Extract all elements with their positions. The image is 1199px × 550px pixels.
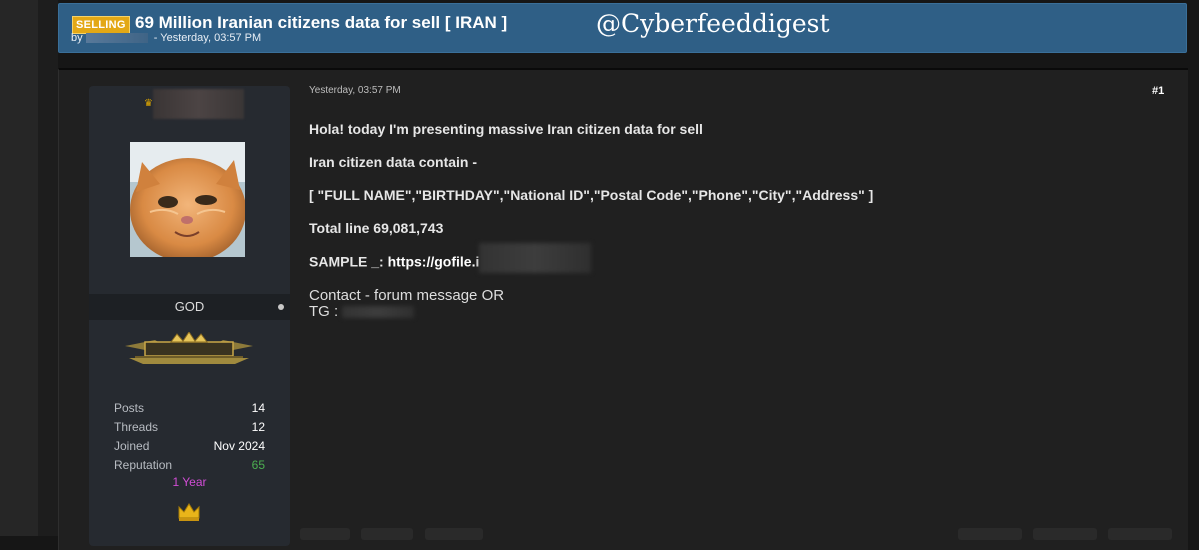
tg-label: TG : bbox=[309, 303, 339, 320]
redacted-telegram-handle bbox=[342, 306, 415, 319]
stat-label: Threads bbox=[114, 420, 159, 434]
stat-value[interactable]: 65 bbox=[252, 456, 265, 475]
post-action-button[interactable] bbox=[361, 528, 413, 540]
stat-reputation[interactable]: Reputation 65 bbox=[114, 456, 265, 475]
thread-header: SELLING 69 Million Iranian citizens data… bbox=[58, 3, 1187, 53]
post-line-fields: [ "FULL NAME","BIRTHDAY","National ID","… bbox=[309, 187, 874, 203]
stat-threads: Threads 12 bbox=[114, 418, 265, 437]
thread-post-time: - Yesterday, 03:57 PM bbox=[153, 32, 262, 44]
thread-title[interactable]: 69 Million Iranian citizens data for sel… bbox=[135, 13, 507, 33]
post-line-telegram: TG : bbox=[309, 303, 415, 320]
sample-label: SAMPLE _: bbox=[309, 253, 384, 270]
rank-banner-icon bbox=[125, 332, 253, 364]
left-strip bbox=[0, 0, 39, 536]
author-stats: Posts 14 Threads 12 Joined Nov 2024 Repu… bbox=[114, 399, 265, 475]
stat-label: Joined bbox=[114, 439, 150, 453]
sample-link[interactable]: https://gofile.i bbox=[388, 254, 480, 270]
post-action-button[interactable] bbox=[300, 528, 350, 540]
thread-by-label: by bbox=[71, 32, 83, 44]
stat-value: 14 bbox=[251, 401, 265, 415]
post-line-intro: Hola! today I'm presenting massive Iran … bbox=[309, 121, 703, 137]
thread-meta: by - Yesterday, 03:57 PM bbox=[71, 32, 261, 44]
redacted-author-name[interactable] bbox=[85, 33, 148, 44]
post-line-contact: Contact - forum message OR bbox=[309, 287, 505, 304]
stat-value: 12 bbox=[251, 420, 265, 434]
post-action-button[interactable] bbox=[1033, 528, 1097, 540]
small-crown-icon: ♛ bbox=[144, 98, 153, 109]
post-date[interactable]: Yesterday, 03:57 PM bbox=[309, 85, 401, 96]
post-action-button[interactable] bbox=[425, 528, 483, 540]
stat-value: Nov 2024 bbox=[213, 439, 265, 453]
post-action-button[interactable] bbox=[1108, 528, 1172, 540]
post-line-contents: Iran citizen data contain - bbox=[309, 154, 478, 170]
stat-label: Posts bbox=[114, 401, 145, 415]
stat-label: Reputation bbox=[114, 458, 173, 472]
post-action-button[interactable] bbox=[958, 528, 1022, 540]
watermark: @Cyberfeeddigest bbox=[596, 9, 830, 38]
usergroup-label: GOD bbox=[174, 299, 205, 314]
avatar[interactable] bbox=[130, 142, 245, 257]
post-line-total: Total line 69,081,743 bbox=[309, 220, 444, 236]
stat-joined: Joined Nov 2024 bbox=[114, 437, 265, 456]
stat-posts: Posts 14 bbox=[114, 399, 265, 418]
redacted-username[interactable] bbox=[153, 89, 244, 119]
author-sidebar: ♛ GOD Posts 14 Threads 12 Joined Nov 202… bbox=[89, 86, 290, 546]
redacted-link-tail bbox=[479, 243, 592, 273]
kitten-avatar-image bbox=[130, 142, 245, 257]
usergroup-bar: GOD bbox=[89, 294, 290, 320]
post-line-sample: SAMPLE _: https://gofile.i bbox=[309, 243, 592, 273]
post-number[interactable]: #1 bbox=[1152, 85, 1164, 97]
left-gutter bbox=[38, 0, 58, 536]
crown-icon bbox=[178, 503, 200, 521]
online-status-icon bbox=[278, 304, 284, 310]
tenure-badge: 1 Year bbox=[172, 475, 207, 489]
